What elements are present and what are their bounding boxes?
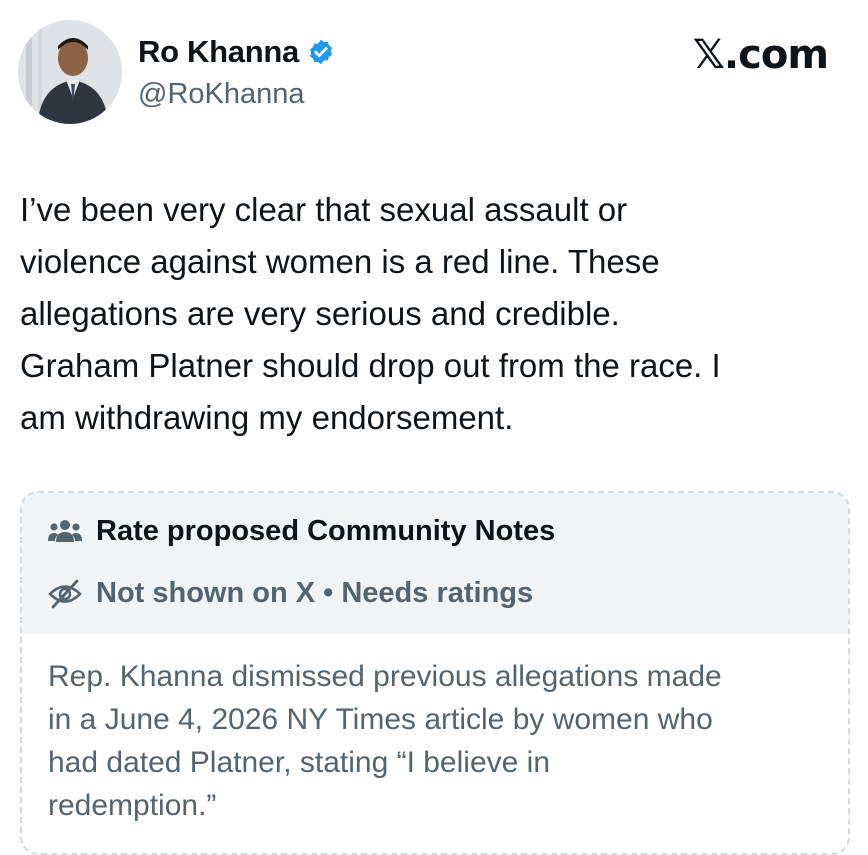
community-notes-title: Rate proposed Community Notes	[96, 515, 556, 547]
community-notes-status: Not shown on X • Needs ratings	[96, 577, 534, 609]
community-notes-status-row: Not shown on X • Needs ratings	[48, 577, 533, 610]
avatar[interactable]	[18, 20, 122, 124]
eye-off-icon	[48, 579, 82, 608]
author-name-row: Ro Khanna	[138, 34, 335, 70]
tweet-text: I’ve been very clear that sexual assault…	[20, 191, 721, 436]
x-brand-label: 𝕏.com	[692, 32, 829, 78]
community-notes-title-row[interactable]: Rate proposed Community Notes	[48, 515, 555, 548]
community-notes-card[interactable]: Rate proposed Community Notes Not shown …	[20, 491, 850, 855]
verified-badge-icon	[309, 39, 332, 65]
avatar-image	[18, 20, 122, 124]
community-note-body: Rep. Khanna dismissed previous allegatio…	[48, 660, 722, 822]
author-display-name[interactable]: Ro Khanna	[138, 34, 299, 70]
people-icon	[48, 519, 82, 542]
community-notes-header: Rate proposed Community Notes Not shown …	[22, 493, 848, 634]
author-handle[interactable]: @RoKhanna	[138, 78, 305, 111]
